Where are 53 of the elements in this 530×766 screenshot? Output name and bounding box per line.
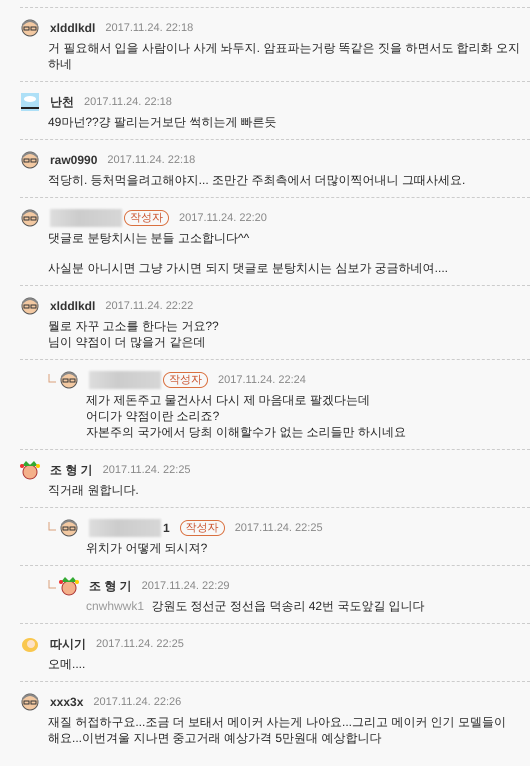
comment-text: 49마넌??걍 팔리는거보단 썩히는게 빠른듯 [48, 115, 277, 129]
author-name[interactable]: 난천 [50, 94, 74, 110]
glasses-avatar-icon [20, 208, 40, 228]
comment-time: 2017.11.24. 22:24 [218, 374, 306, 386]
author-badge: 작성자 [180, 520, 225, 536]
reply-connector-icon [48, 580, 56, 589]
glasses-avatar-icon [20, 150, 40, 170]
glasses-avatar-icon [59, 518, 79, 538]
glasses-avatar-icon [59, 370, 79, 390]
comment-text: 해요...이번겨울 지나면 중고거래 예상가격 5만원대 예상합니다 [48, 731, 382, 745]
author-name[interactable]: 따시기 [50, 636, 86, 652]
cloud-avatar-icon [20, 92, 40, 112]
author-name[interactable]: xxx3x [50, 695, 84, 709]
author-name[interactable]: xlddlkdl [50, 21, 96, 35]
comment-text: 님이 약점이 더 많을거 같은데 [48, 335, 206, 349]
comment-text: 어디가 약점이란 소리죠? [86, 409, 220, 423]
comment-time: 2017.11.24. 22:25 [96, 638, 184, 650]
jester-avatar-icon [20, 460, 40, 480]
comment-text: 직거래 원합니다. [48, 483, 139, 497]
author-name[interactable]: 1 [163, 521, 170, 535]
author-badge: 작성자 [124, 210, 169, 226]
comment-text: 댓글로 분탕치시는 분들 고소합니다^^ [48, 231, 250, 245]
glasses-avatar-icon [20, 18, 40, 38]
comment-text: 뭘로 자꾸 고소를 한다는 거요?? [48, 319, 219, 333]
comment-time: 2017.11.24. 22:18 [105, 22, 194, 34]
comment-time: 2017.11.24. 22:25 [234, 522, 323, 534]
comment-time: 2017.11.24. 22:20 [179, 212, 267, 224]
author-name[interactable]: xlddlkdl [50, 299, 96, 313]
comment-time: 2017.11.24. 22:22 [105, 300, 194, 312]
comment-time: 2017.11.24. 22:26 [93, 696, 182, 708]
comment-text: 하네 [48, 57, 72, 71]
author-badge: 작성자 [163, 372, 208, 388]
comment-time: 2017.11.24. 22:25 [102, 464, 191, 476]
comment-text: 제가 제돈주고 물건사서 다시 제 마음대로 팔겠다는데 [86, 393, 370, 407]
comment-text: 거 필요해서 입을 사람이나 사게 놔두지. 암표파는거랑 똑같은 짓을 하면서도 합리화 오지 [48, 41, 520, 55]
author-name[interactable]: 조 형 기 [89, 578, 132, 594]
comment-text: 재질 허접하구요...조금 더 보태서 메이커 사는게 나아요...그리고 메이커 인기 모델들이 [48, 715, 506, 729]
reply-connector-icon [48, 374, 56, 383]
glasses-avatar-icon [20, 692, 40, 712]
reply-connector-icon [48, 522, 56, 531]
comment-text: 강원도 정선군 정선읍 덕송리 42번 국도앞길 입니다 [151, 599, 425, 613]
comment-time: 2017.11.24. 22:18 [107, 154, 196, 166]
comment-text: 사실분 아니시면 그냥 가시면 되지 댓글로 분탕치시는 심보가 궁금하네여.... [48, 261, 448, 275]
comment-text: 오메.... [48, 657, 86, 671]
comment-time: 2017.11.24. 22:29 [142, 580, 230, 592]
comment-time: 2017.11.24. 22:18 [84, 96, 172, 108]
comment-text: 적당히. 등처먹을려고해야지... 조만간 주최측에서 더많이찍어내니 그때사세요. [48, 173, 466, 187]
author-name[interactable]: 조 형 기 [50, 462, 93, 478]
comment-text: 위치가 어떻게 되시져? [86, 541, 208, 555]
glasses-avatar-icon [20, 296, 40, 316]
author-name[interactable]: raw0990 [50, 153, 98, 167]
comment-text: 자본주의 국가에서 당최 이해할수가 없는 소리들만 하시네요 [86, 425, 406, 439]
jester-avatar-icon [59, 576, 79, 596]
